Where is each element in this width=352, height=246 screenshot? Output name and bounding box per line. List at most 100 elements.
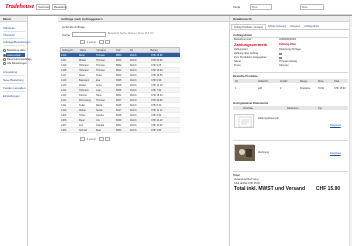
download-link[interactable]: Download — [330, 124, 341, 127]
product-cell: 1 — [235, 87, 237, 90]
table-cell: Zürich — [130, 124, 137, 127]
section-divider — [233, 72, 348, 73]
payment-status-label: Zahlungsvermerk — [234, 42, 268, 47]
product-cell: CHF 15.90 — [334, 87, 346, 90]
table-cell: Zürich — [130, 119, 137, 122]
table-cell: CHF 19.90 — [151, 124, 163, 127]
radio-all-orders[interactable] — [3, 62, 6, 65]
table-cell: 8004 — [116, 74, 122, 77]
payment-status-value: Zahlung offen — [279, 43, 297, 46]
table-cell: Frei — [79, 124, 84, 127]
table-cell: CHF 15.00 — [151, 94, 163, 97]
product-cell: 15.90 — [318, 87, 324, 90]
tab-addresses[interactable]: Adressen — [288, 24, 302, 29]
tab-order-action[interactable]: Auftrag Aktion — [302, 24, 321, 29]
nav-link-new-order[interactable]: Neue Bestellung — [3, 78, 24, 82]
production-release-checkbox[interactable] — [279, 56, 282, 59]
user-label: Tanja — [233, 5, 241, 9]
table-cell: Zürich — [130, 129, 137, 132]
table-cell: 1412 — [61, 99, 67, 102]
radio-reservations-label: Reservationsaufträge — [7, 58, 32, 61]
order-type-select[interactable]: Bestellung — [52, 4, 67, 10]
company-value: Adresse — [279, 64, 289, 67]
radio-reservations[interactable] — [3, 58, 6, 61]
table-cell: Baumann — [79, 79, 90, 82]
table-cell: Thomas — [96, 64, 105, 67]
order-number-value: 420000000001 — [279, 38, 297, 41]
nav-separator — [3, 75, 25, 76]
orders-table-body: 1422 Meier Thomas 8050 Zürich CHF 15.90 1421 Mu… — [60, 53, 180, 133]
product-col-header: Menge — [300, 79, 308, 83]
search-input[interactable] — [72, 32, 106, 37]
column-header[interactable]: Auftrag-Nr. — [61, 48, 79, 52]
pager-last-button[interactable] — [105, 40, 110, 44]
nav-link-start[interactable]: Startseite — [3, 26, 15, 30]
table-cell: 8048 — [116, 114, 122, 117]
tab-delivery[interactable]: Auftrag Lieferung — [266, 24, 288, 29]
payment-order-checkbox[interactable] — [279, 52, 282, 55]
table-cell: CHF 50.00 — [151, 59, 163, 62]
upload-col-header: Typ — [318, 106, 322, 110]
orders-filter-label: Liefernde Aufträge — [62, 25, 85, 29]
table-cell: 8049 — [116, 119, 122, 122]
pager-bottom-last-button[interactable] — [105, 137, 110, 141]
section-divider — [233, 171, 348, 172]
document-thumbnail[interactable] — [234, 114, 254, 128]
nav-link-customers[interactable]: Kunden verwalten — [3, 86, 25, 90]
table-cell: CHF 11.10 — [151, 109, 163, 112]
table-cell: CHF 15.90 — [151, 69, 163, 72]
table-cell: Thomas — [96, 99, 105, 102]
table-cell: Lisa — [96, 89, 101, 92]
search-label: Suche — [62, 33, 70, 37]
column-header[interactable]: Vorname — [95, 48, 115, 52]
company-label: Firma — [234, 64, 241, 67]
table-cell: CHF 20.00 — [151, 99, 163, 102]
table-cell: 8052 — [116, 64, 122, 67]
table-cell: Zürich — [130, 84, 137, 87]
nav-link-login[interactable]: Anmeldung — [3, 70, 17, 74]
column-header[interactable]: PLZ — [115, 48, 129, 52]
right-select[interactable]: Tom — [300, 4, 324, 10]
summary-line: Total zahlbar CHF 15.90 — [234, 182, 260, 185]
download-link[interactable]: Download — [330, 152, 341, 155]
table-cell: 1416 — [61, 79, 67, 82]
table-cell: Urs — [96, 119, 100, 122]
summary-line: Versand auf Rechnung — [234, 178, 259, 181]
radio-open-orders[interactable] — [3, 49, 6, 52]
table-cell: Zürich — [130, 89, 137, 92]
table-cell: 8047 — [116, 109, 122, 112]
table-cell: Thomas — [96, 54, 105, 57]
nav-link-orders[interactable]: Aufträge/Bestellungen — [3, 40, 31, 44]
user-select[interactable]: Tom — [250, 4, 272, 10]
table-row[interactable]: 1406 Schmid Beat 8053 Zürich CHF 4.80 — [60, 128, 180, 133]
payment-order-label: Zahlung über Auftrag — [234, 52, 259, 55]
column-header[interactable]: Betrag — [150, 48, 179, 52]
column-header[interactable]: Name — [79, 48, 96, 52]
radio-delivery-note[interactable] — [3, 54, 6, 57]
photo-thumbnail[interactable] — [234, 144, 255, 161]
tab-products-shipping[interactable]: Auftrag Produkte / Versand — [231, 24, 266, 29]
table-cell: 1410 — [61, 109, 67, 112]
pager-first-button[interactable] — [80, 40, 85, 44]
table-cell: 1415 — [61, 84, 67, 87]
table-cell: Hofmann — [79, 69, 89, 72]
product-cell: Postkarte — [300, 87, 311, 90]
top-bar: Tradehouse Sortiment Bestellung Tanja To… — [0, 0, 352, 15]
table-cell: Muster — [79, 84, 87, 87]
nav-link-overview[interactable]: Übersicht — [3, 33, 15, 37]
section-divider — [233, 140, 348, 141]
table-cell: Keller — [79, 104, 86, 107]
pager-bottom-next-button[interactable] — [99, 137, 104, 141]
table-cell: Weber — [79, 109, 86, 112]
uploaded-docs-title: Hochgeladene Dokumente — [233, 101, 269, 105]
pager-bottom-first-button[interactable] — [80, 137, 85, 141]
table-cell: 8032 — [116, 94, 122, 97]
column-header[interactable]: Ort — [129, 48, 150, 52]
pager-next-button[interactable] — [99, 40, 104, 44]
nav-separator — [3, 31, 25, 32]
sortiment-select[interactable]: Sortiment — [36, 4, 50, 10]
nav-link-settings[interactable]: Einstellungen — [3, 94, 20, 98]
table-cell: Muster — [79, 59, 87, 62]
brand-logo: Tradehouse — [5, 4, 35, 10]
table-cell: CHF 10.50 — [151, 74, 163, 77]
